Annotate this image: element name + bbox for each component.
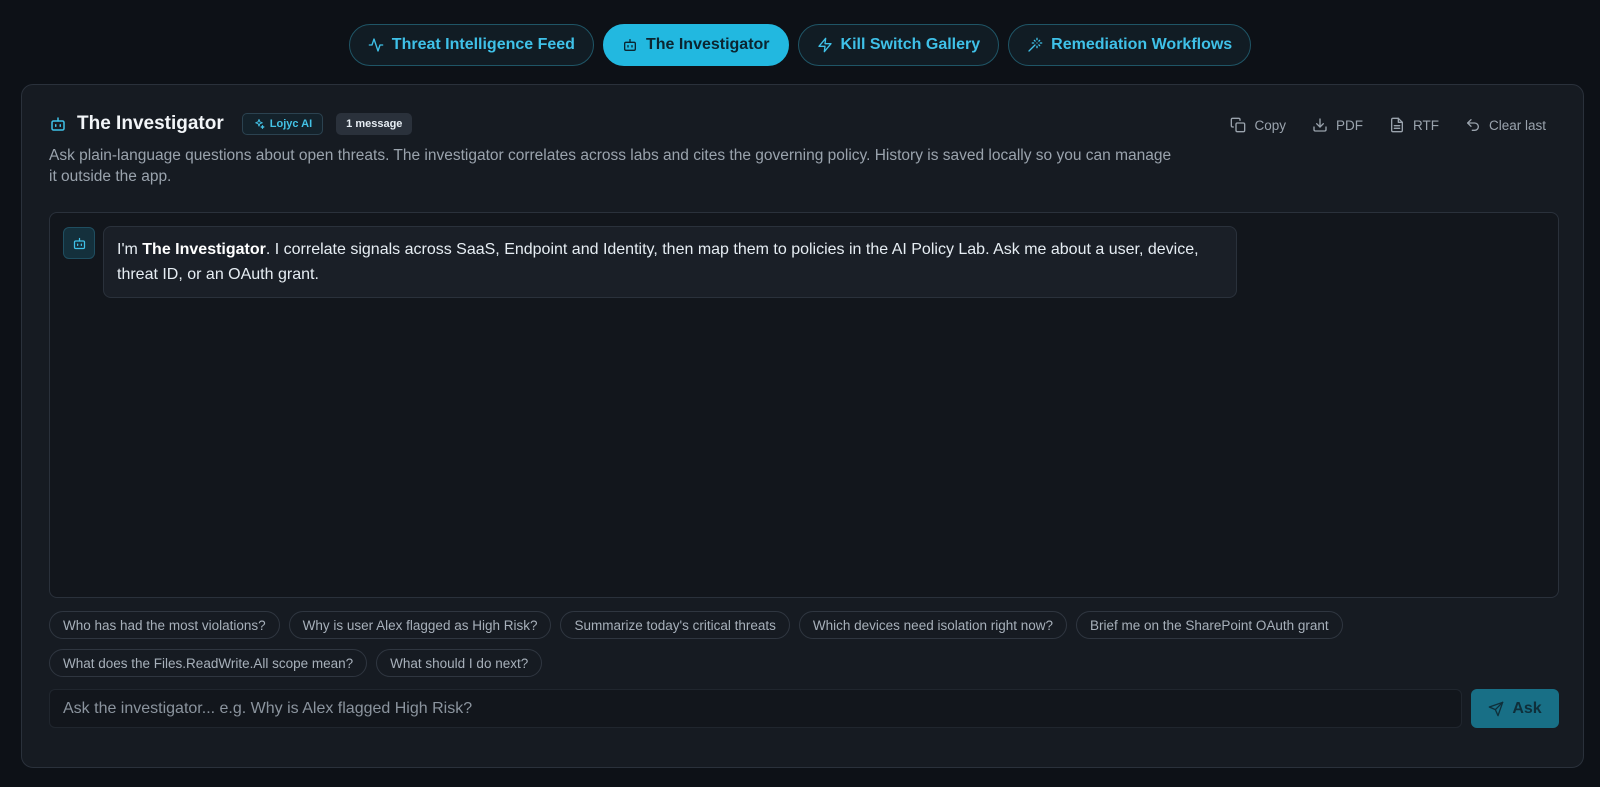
- panel-actions: Copy PDF RTF Clear last: [1230, 117, 1546, 133]
- pdf-label: PDF: [1335, 117, 1363, 133]
- panel-header: The Investigator Lojyc AI 1 message: [49, 113, 413, 135]
- suggestion-chip[interactable]: Why is user Alex flagged as High Risk?: [288, 611, 552, 639]
- file-text-icon: [1390, 117, 1403, 133]
- suggested-questions: Who has had the most violations? Why is …: [49, 611, 1559, 677]
- suggestion-chip[interactable]: Summarize today's critical threats: [560, 611, 790, 639]
- bot-icon: [73, 237, 85, 249]
- suggestion-chip[interactable]: Brief me on the SharePoint OAuth grant: [1076, 611, 1343, 639]
- tab-threat-intelligence-feed[interactable]: Threat Intelligence Feed: [348, 24, 594, 66]
- send-icon: [1488, 701, 1504, 716]
- wand-icon: [1028, 37, 1043, 52]
- assistant-avatar: [63, 227, 95, 259]
- message-count-badge: 1 message: [336, 113, 413, 135]
- ask-row: Ask: [49, 689, 1559, 728]
- message-prefix: I'm: [117, 241, 143, 258]
- ask-input[interactable]: [49, 689, 1462, 728]
- assistant-message: I'm The Investigator. I correlate signal…: [103, 226, 1237, 298]
- ask-button[interactable]: Ask: [1471, 689, 1559, 728]
- bot-icon: [623, 39, 636, 51]
- page-title: The Investigator: [77, 113, 224, 134]
- copy-label: Copy: [1254, 117, 1286, 133]
- undo-icon: [1466, 119, 1479, 131]
- bot-icon: [49, 115, 67, 133]
- suggestion-chip[interactable]: What should I do next?: [376, 649, 543, 677]
- rtf-button[interactable]: RTF: [1389, 117, 1439, 133]
- suggestion-chip[interactable]: What does the Files.ReadWrite.All scope …: [49, 649, 368, 677]
- ask-button-label: Ask: [1512, 699, 1542, 717]
- suggestion-chip[interactable]: Who has had the most violations?: [49, 611, 280, 639]
- copy-icon: [1231, 117, 1246, 133]
- rtf-label: RTF: [1412, 117, 1439, 133]
- tab-label: The Investigator: [645, 36, 770, 53]
- suggestion-chip[interactable]: Which devices need isolation right now?: [798, 611, 1068, 639]
- ai-badge: Lojyc AI: [241, 113, 324, 135]
- sparkles-icon: [254, 119, 265, 129]
- message-text: . I correlate signals across SaaS, Endpo…: [117, 241, 1199, 283]
- clear-last-button[interactable]: Clear last: [1465, 117, 1546, 133]
- download-icon: [1313, 118, 1327, 132]
- clear-last-label: Clear last: [1488, 117, 1546, 133]
- message-bold: The Investigator: [142, 241, 266, 258]
- chat-history[interactable]: I'm The Investigator. I correlate signal…: [49, 212, 1559, 598]
- ai-badge-label: Lojyc AI: [269, 118, 313, 130]
- pdf-button[interactable]: PDF: [1312, 117, 1363, 133]
- zap-icon: [817, 37, 832, 53]
- tab-label: Kill Switch Gallery: [840, 36, 981, 53]
- tab-remediation-workflows[interactable]: Remediation Workflows: [1008, 24, 1252, 66]
- investigator-panel: The Investigator Lojyc AI 1 message Ask …: [21, 84, 1584, 768]
- panel-description: Ask plain-language questions about open …: [49, 147, 1172, 185]
- tab-kill-switch-gallery[interactable]: Kill Switch Gallery: [797, 24, 1000, 66]
- tab-the-investigator[interactable]: The Investigator: [602, 24, 789, 66]
- tab-label: Threat Intelligence Feed: [391, 36, 575, 53]
- main-tabs: Threat Intelligence Feed The Investigato…: [0, 24, 1600, 66]
- tab-label: Remediation Workflows: [1051, 36, 1233, 53]
- activity-icon: [368, 38, 384, 52]
- copy-button[interactable]: Copy: [1230, 117, 1286, 133]
